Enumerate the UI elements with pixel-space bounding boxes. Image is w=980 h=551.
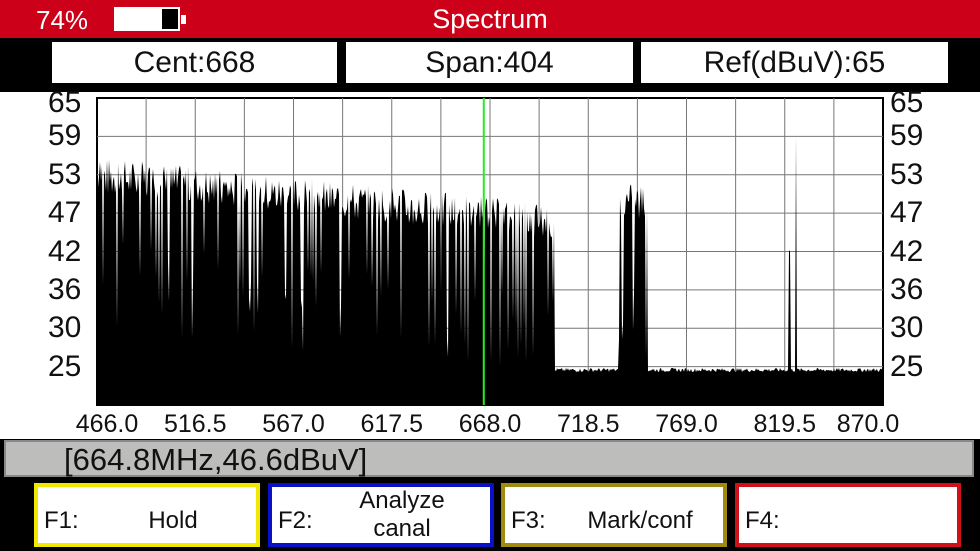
y-tick-label-right: 36	[890, 272, 924, 306]
f3-mark-button[interactable]: F3: Mark/conf	[501, 483, 727, 547]
f3-label: Mark/conf	[587, 507, 693, 534]
f2-analyze-button[interactable]: F2: Analyze canal	[268, 483, 494, 547]
x-tick-label: 870.0	[836, 410, 900, 438]
y-tick-label-left: 59	[48, 119, 82, 153]
f4-button[interactable]: F4:	[735, 483, 961, 547]
reference-level-field[interactable]: Ref(dBuV):65	[641, 42, 948, 83]
x-tick-label: 516.5	[163, 410, 227, 438]
y-tick-label-left: 42	[48, 234, 82, 268]
f2-key-label: F2:	[278, 507, 313, 534]
f1-key-label: F1:	[44, 507, 79, 534]
y-tick-label-right: 30	[890, 311, 924, 345]
marker-readout: [664.8MHz,46.6dBuV]	[4, 440, 974, 477]
x-tick-label: 617.5	[360, 410, 424, 438]
f3-key-label: F3:	[511, 507, 546, 534]
spectrum-plot: 65 65 59 59 53 53 47 47 42 42 36 36 30 30 25 25 466.0 51…	[0, 88, 980, 439]
y-tick-label-right: 47	[890, 196, 924, 230]
spectrum-chart	[96, 97, 884, 406]
f2-label-line1: Analyze	[359, 487, 445, 514]
y-tick-label-left: 25	[48, 349, 82, 383]
y-tick-label-left: 47	[48, 196, 82, 230]
x-tick-label: 567.0	[262, 410, 325, 438]
y-tick-label-left: 53	[48, 157, 82, 191]
x-tick-label: 668.0	[458, 410, 522, 438]
f2-label-line2: canal	[373, 515, 431, 542]
y-tick-label-left: 65	[48, 86, 82, 119]
f2-label: Analyze canal	[327, 487, 477, 543]
f1-label: Hold	[148, 507, 198, 534]
x-tick-label: 819.5	[753, 410, 817, 438]
y-tick-label-right: 25	[890, 349, 924, 383]
x-tick-label: 769.0	[655, 410, 718, 438]
f4-key-label: F4:	[745, 507, 780, 534]
title-bar: 74% Spectrum	[0, 0, 980, 38]
parameter-bar: Cent:668 Span:404 Ref(dBuV):65	[0, 38, 980, 92]
y-tick-label-right: 59	[890, 119, 924, 153]
y-tick-label-right: 53	[890, 157, 924, 191]
y-tick-label-left: 36	[48, 272, 82, 306]
y-tick-label-left: 30	[48, 311, 82, 345]
span-field[interactable]: Span:404	[346, 42, 633, 83]
x-tick-label: 718.5	[556, 410, 620, 438]
screen-title: Spectrum	[432, 4, 548, 34]
y-tick-label-right: 65	[890, 86, 924, 119]
center-frequency-field[interactable]: Cent:668	[52, 42, 337, 83]
f1-hold-button[interactable]: F1: Hold	[34, 483, 260, 547]
y-tick-label-right: 42	[890, 234, 924, 268]
x-tick-label: 466.0	[75, 410, 139, 438]
